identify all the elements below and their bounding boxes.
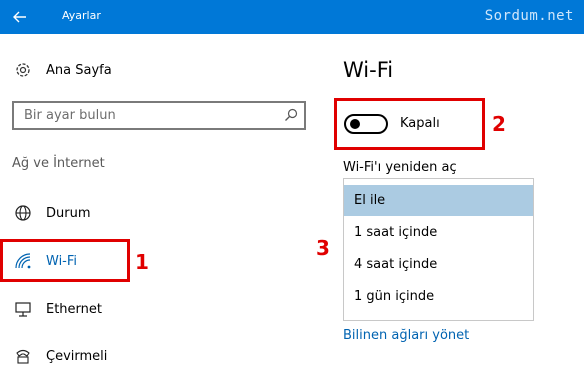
search-placeholder: Bir ayar bulun: [24, 108, 116, 123]
dropdown-option-1-day[interactable]: 1 gün içinde: [344, 281, 533, 312]
wifi-toggle[interactable]: [344, 114, 388, 134]
sidebar-item-label: Durum: [46, 205, 91, 221]
dropdown-option-1-hour[interactable]: 1 saat içinde: [344, 217, 533, 248]
search-input[interactable]: Bir ayar bulun: [12, 101, 306, 130]
manage-known-networks-link[interactable]: Bilinen ağları yönet: [343, 328, 469, 343]
sidebar-item-status[interactable]: Durum: [14, 203, 91, 223]
watermark: Sordum.net: [484, 8, 574, 24]
toggle-state-label: Kapalı: [400, 116, 440, 131]
section-title: Ağ ve İnternet: [12, 156, 105, 171]
annotation-number-1: 1: [135, 250, 149, 274]
globe-icon: [15, 205, 31, 221]
dropdown-option-manual[interactable]: El ile: [344, 185, 533, 216]
annotation-box-1: [0, 239, 130, 282]
back-arrow-icon: [13, 11, 26, 23]
home-label: Ana Sayfa: [46, 62, 112, 78]
ethernet-icon: [15, 302, 31, 317]
search-icon[interactable]: [284, 108, 298, 122]
sidebar-item-label: Çevirmeli: [46, 348, 108, 364]
toggle-knob: [350, 119, 360, 129]
sidebar-item-ethernet[interactable]: Ethernet: [14, 299, 102, 319]
back-button[interactable]: [0, 0, 40, 34]
gear-icon: [16, 63, 30, 77]
window-title: Ayarlar: [62, 9, 101, 22]
home-link[interactable]: Ana Sayfa: [14, 60, 112, 80]
sidebar-item-dialup[interactable]: Çevirmeli: [14, 346, 107, 366]
dropdown-option-4-hours[interactable]: 4 saat içinde: [344, 249, 533, 280]
page-title: Wi-Fi: [343, 58, 394, 82]
turn-on-label: Wi-Fi'ı yeniden aç: [343, 160, 457, 175]
annotation-number-2: 2: [492, 112, 506, 136]
annotation-number-3: 3: [316, 236, 330, 260]
sidebar-item-label: Ethernet: [46, 301, 102, 317]
dialup-icon: [16, 349, 30, 364]
turn-on-dropdown[interactable]: El ile 1 saat içinde 4 saat içinde 1 gün…: [343, 178, 534, 321]
title-bar: Ayarlar Sordum.net: [0, 0, 584, 34]
